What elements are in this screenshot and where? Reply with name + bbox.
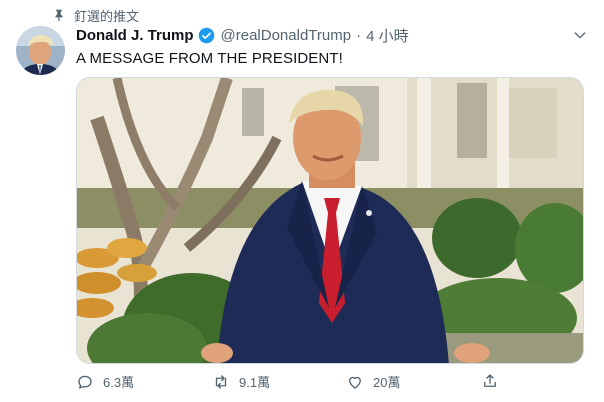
author-handle[interactable]: @realDonaldTrump bbox=[221, 27, 352, 44]
author-display-name[interactable]: Donald J. Trump bbox=[76, 27, 194, 44]
retweet-count: 9.1萬 bbox=[239, 375, 271, 390]
retweet-button[interactable]: 9.1萬 bbox=[212, 372, 270, 391]
pinned-label: 釘選的推文 bbox=[74, 8, 140, 24]
tweet-header: Donald J. Trump @realDonaldTrump · 4 小時 bbox=[76, 25, 588, 45]
avatar[interactable] bbox=[16, 26, 65, 75]
reply-icon bbox=[78, 375, 92, 389]
share-icon bbox=[484, 374, 496, 387]
verified-badge-icon bbox=[198, 27, 214, 43]
share-button[interactable] bbox=[481, 372, 499, 390]
tweet-actions: 6.3萬 9.1萬 20萬 bbox=[76, 372, 506, 394]
like-count: 20萬 bbox=[373, 375, 401, 390]
reply-button[interactable]: 6.3萬 bbox=[76, 372, 134, 391]
separator-dot: · bbox=[356, 26, 362, 44]
tweet-timestamp[interactable]: 4 小時 bbox=[366, 25, 409, 46]
retweet-icon bbox=[215, 374, 227, 389]
like-button[interactable]: 20萬 bbox=[346, 372, 400, 391]
video-thumbnail[interactable] bbox=[76, 77, 584, 364]
pinned-tweet-indicator: 釘選的推文 bbox=[52, 6, 139, 24]
reply-count: 6.3萬 bbox=[103, 375, 135, 390]
pin-icon bbox=[55, 9, 63, 22]
heart-icon bbox=[349, 376, 361, 389]
tweet-text: A MESSAGE FROM THE PRESIDENT! bbox=[76, 50, 343, 67]
chevron-down-icon[interactable] bbox=[572, 27, 588, 43]
